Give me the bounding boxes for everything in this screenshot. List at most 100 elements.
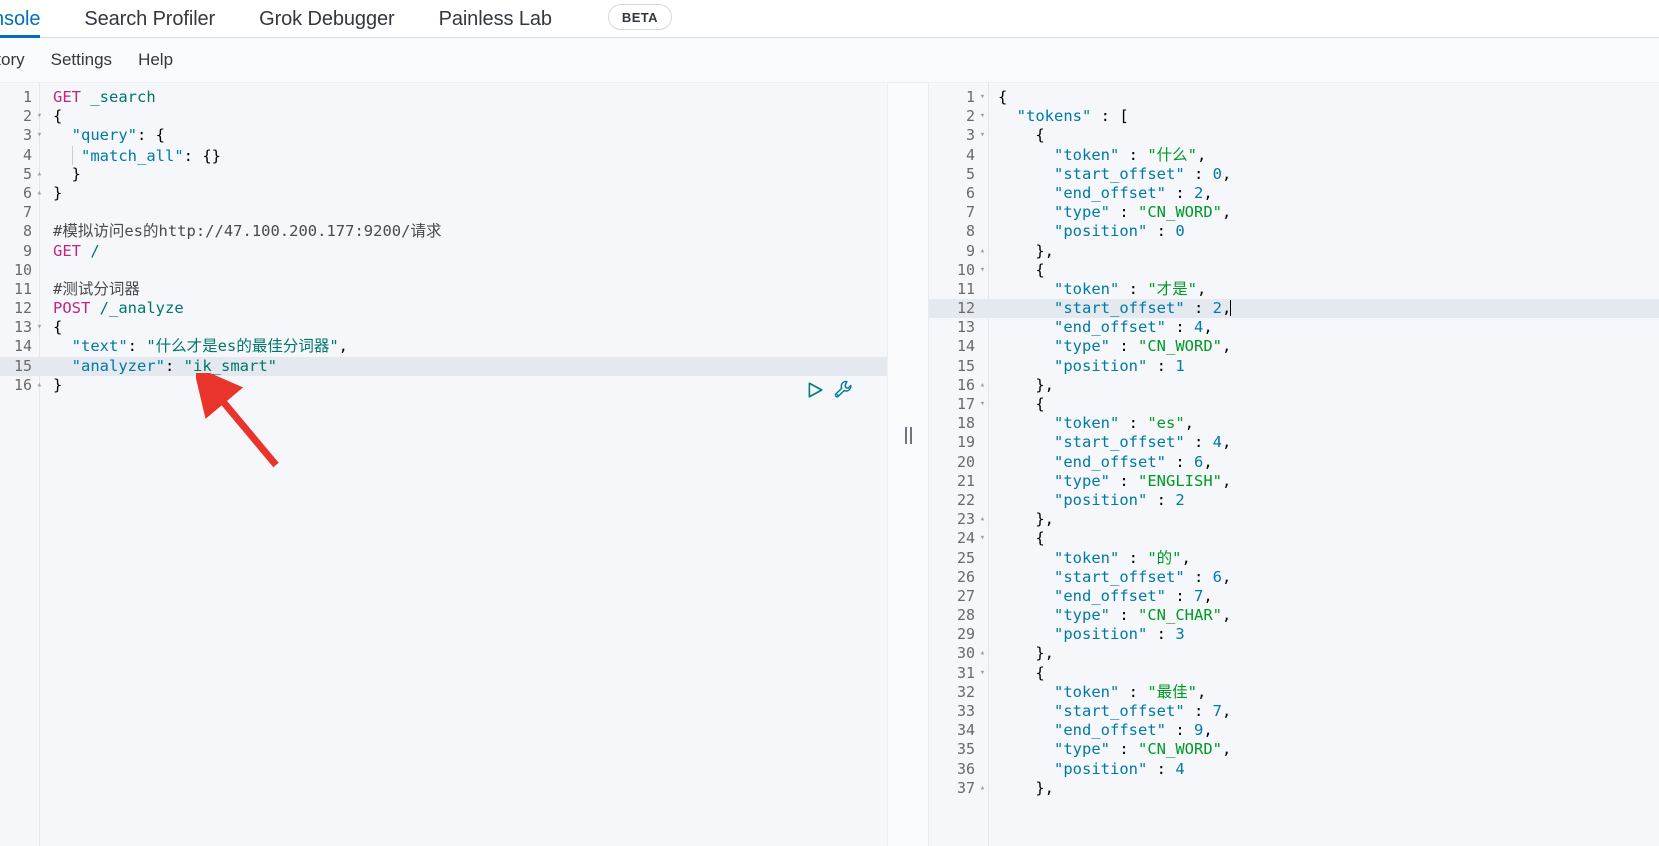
wrench-icon[interactable] [834, 380, 853, 399]
editor-line[interactable]: 33 "start_offset" : 7, [929, 702, 1659, 721]
tab-painless-lab[interactable]: Painless Lab [439, 0, 570, 38]
editor-line[interactable]: 8 "position" : 0 [929, 222, 1659, 241]
tab-onsole[interactable]: onsole [0, 0, 58, 38]
editor-line[interactable]: 7 "type" : "CN_WORD", [929, 203, 1659, 222]
editor-line[interactable]: 31 ▾ { [929, 664, 1659, 683]
play-icon[interactable] [806, 381, 824, 399]
fold-toggle-icon[interactable]: ▾ [34, 318, 45, 337]
editor-line[interactable]: 13 ▾ { [0, 318, 887, 337]
editor-line[interactable]: 3 ▾ { [929, 126, 1659, 145]
token-punct: : [1147, 356, 1176, 375]
editor-line[interactable]: 11 #测试分词器 [0, 280, 887, 299]
line-number: 35 [956, 740, 975, 759]
editor-line[interactable]: 28 "type" : "CN_CHAR", [929, 606, 1659, 625]
editor-line[interactable]: 16 ▴} [0, 376, 887, 395]
editor-line[interactable]: 26 "start_offset" : 6, [929, 568, 1659, 587]
editor-line[interactable]: 7 [0, 203, 887, 222]
editor-line[interactable]: 14 "text": "什么才是es的最佳分词器", [0, 337, 887, 356]
line-content: "token" : "es", [988, 414, 1194, 433]
editor-line[interactable]: 37 ▴ }, [929, 779, 1659, 798]
editor-line[interactable]: 8 #模拟访问es的http://47.100.200.177:9200/请求 [0, 222, 887, 241]
token-rkey: "start_offset" [1054, 164, 1185, 183]
response-editor-pane[interactable]: 1 ▾{2 ▾ "tokens" : [3 ▾ {4 "token" : "什么", 5… [929, 83, 1659, 846]
line-number: 9 [22, 241, 32, 260]
editor-line[interactable]: 6 "end_offset" : 2, [929, 184, 1659, 203]
menu-item-help[interactable]: Help [138, 50, 173, 70]
editor-line[interactable]: 25 "token" : "的", [929, 549, 1659, 568]
line-content: "start_offset" : 4, [988, 433, 1231, 452]
fold-toggle-icon[interactable]: ▾ [977, 126, 988, 145]
response-editor[interactable]: 1 ▾{2 ▾ "tokens" : [3 ▾ {4 "token" : "什么", 5… [929, 83, 1659, 846]
fold-toggle-icon[interactable]: ▾ [977, 664, 988, 683]
menu-item-istory[interactable]: istory [0, 50, 25, 70]
fold-toggle-icon[interactable]: ▾ [977, 395, 988, 414]
editor-line[interactable]: 20 "end_offset" : 6, [929, 453, 1659, 472]
editor-line[interactable]: 15 "analyzer": "ik_smart" [0, 356, 887, 376]
editor-line[interactable]: 36 "position" : 4 [929, 760, 1659, 779]
editor-line[interactable]: 1 ▾ { [929, 88, 1659, 107]
pane-splitter-area[interactable] [887, 83, 929, 846]
editor-line[interactable]: 9 ▴ }, [929, 242, 1659, 261]
editor-line[interactable]: 32 "token" : "最佳", [929, 683, 1659, 702]
editor-line[interactable]: 19 "start_offset" : 4, [929, 433, 1659, 452]
fold-toggle-icon[interactable]: ▴ [34, 165, 45, 184]
editor-line[interactable]: 21 "type" : "ENGLISH", [929, 472, 1659, 491]
splitter-handle[interactable] [900, 426, 916, 444]
editor-line[interactable]: 22 "position" : 2 [929, 491, 1659, 510]
editor-line[interactable]: 1 GET _search [0, 88, 887, 107]
editor-line[interactable]: 6 ▴} [0, 184, 887, 203]
fold-toggle-icon[interactable]: ▴ [977, 376, 988, 395]
editor-line[interactable]: 15 "position" : 1 [929, 357, 1659, 376]
tab-grok-debugger[interactable]: Grok Debugger [259, 0, 412, 38]
fold-toggle-icon[interactable]: ▴ [34, 184, 45, 203]
editor-line[interactable]: 10 ▾ { [929, 261, 1659, 280]
request-editor-pane[interactable]: 1 GET _search 2 ▾{3 ▾ "query": {4 "match_all… [0, 83, 887, 846]
editor-line[interactable]: 16 ▴ }, [929, 376, 1659, 395]
fold-toggle-icon[interactable]: ▴ [977, 644, 988, 663]
editor-line[interactable]: 14 "type" : "CN_WORD", [929, 337, 1659, 356]
editor-line[interactable]: 2 ▾ "tokens" : [ [929, 107, 1659, 126]
fold-toggle-icon[interactable]: ▴ [977, 242, 988, 261]
editor-line[interactable]: 2 ▾ { [0, 107, 887, 126]
line-content: POST /_analyze [45, 299, 184, 318]
editor-line[interactable]: 12 POST /_analyze [0, 299, 887, 318]
editor-line[interactable]: 4 "match_all": {} [0, 145, 887, 165]
editor-line[interactable]: 35 "type" : "CN_WORD", [929, 740, 1659, 759]
token-kw: POST [53, 299, 100, 318]
fold-toggle-icon[interactable]: ▾ [977, 529, 988, 548]
request-editor[interactable]: 1 GET _search 2 ▾{3 ▾ "query": {4 "match_all… [0, 83, 887, 846]
editor-line[interactable]: 18 "token" : "es", [929, 414, 1659, 433]
fold-toggle-icon[interactable]: ▾ [34, 126, 45, 145]
line-content: GET _search [45, 88, 156, 107]
menu-item-settings[interactable]: Settings [51, 50, 112, 70]
token-rstr: "CN_CHAR" [1138, 606, 1222, 625]
editor-line[interactable]: 23 ▴ }, [929, 510, 1659, 529]
fold-toggle-icon[interactable]: ▴ [34, 376, 45, 395]
line-number: 27 [956, 586, 975, 605]
editor-line[interactable]: 13 "end_offset" : 4, [929, 318, 1659, 337]
editor-line[interactable]: 27 "end_offset" : 7, [929, 587, 1659, 606]
fold-toggle-icon[interactable]: ▾ [34, 107, 45, 126]
editor-line[interactable]: 10 [0, 261, 887, 280]
editor-line[interactable]: 3 ▾ "query": { [0, 126, 887, 145]
fold-toggle-icon[interactable]: ▴ [977, 779, 988, 798]
editor-line[interactable]: 12 "start_offset" : 2, [929, 299, 1659, 319]
editor-line[interactable]: 29 "position" : 3 [929, 625, 1659, 644]
editor-line[interactable]: 11 "token" : "才是", [929, 280, 1659, 299]
editor-line[interactable]: 30 ▴ }, [929, 644, 1659, 663]
fold-toggle-icon[interactable]: ▾ [977, 261, 988, 280]
token-rnum: 4 [1212, 433, 1222, 452]
fold-toggle-icon[interactable]: ▴ [977, 510, 988, 529]
tab-search-profiler[interactable]: Search Profiler [84, 0, 233, 38]
editor-line[interactable]: 34 "end_offset" : 9, [929, 721, 1659, 740]
token-punct: : [1184, 433, 1213, 452]
editor-line[interactable]: 4 "token" : "什么", [929, 146, 1659, 165]
editor-line[interactable]: 17 ▾ { [929, 395, 1659, 414]
editor-line[interactable]: 24 ▾ { [929, 529, 1659, 548]
fold-toggle-icon[interactable]: ▾ [977, 88, 988, 107]
editor-line[interactable]: 9 GET / [0, 242, 887, 261]
editor-line[interactable]: 5 "start_offset" : 0, [929, 165, 1659, 184]
fold-toggle-icon[interactable]: ▾ [977, 107, 988, 126]
editor-line[interactable]: 5 ▴ } [0, 165, 887, 184]
